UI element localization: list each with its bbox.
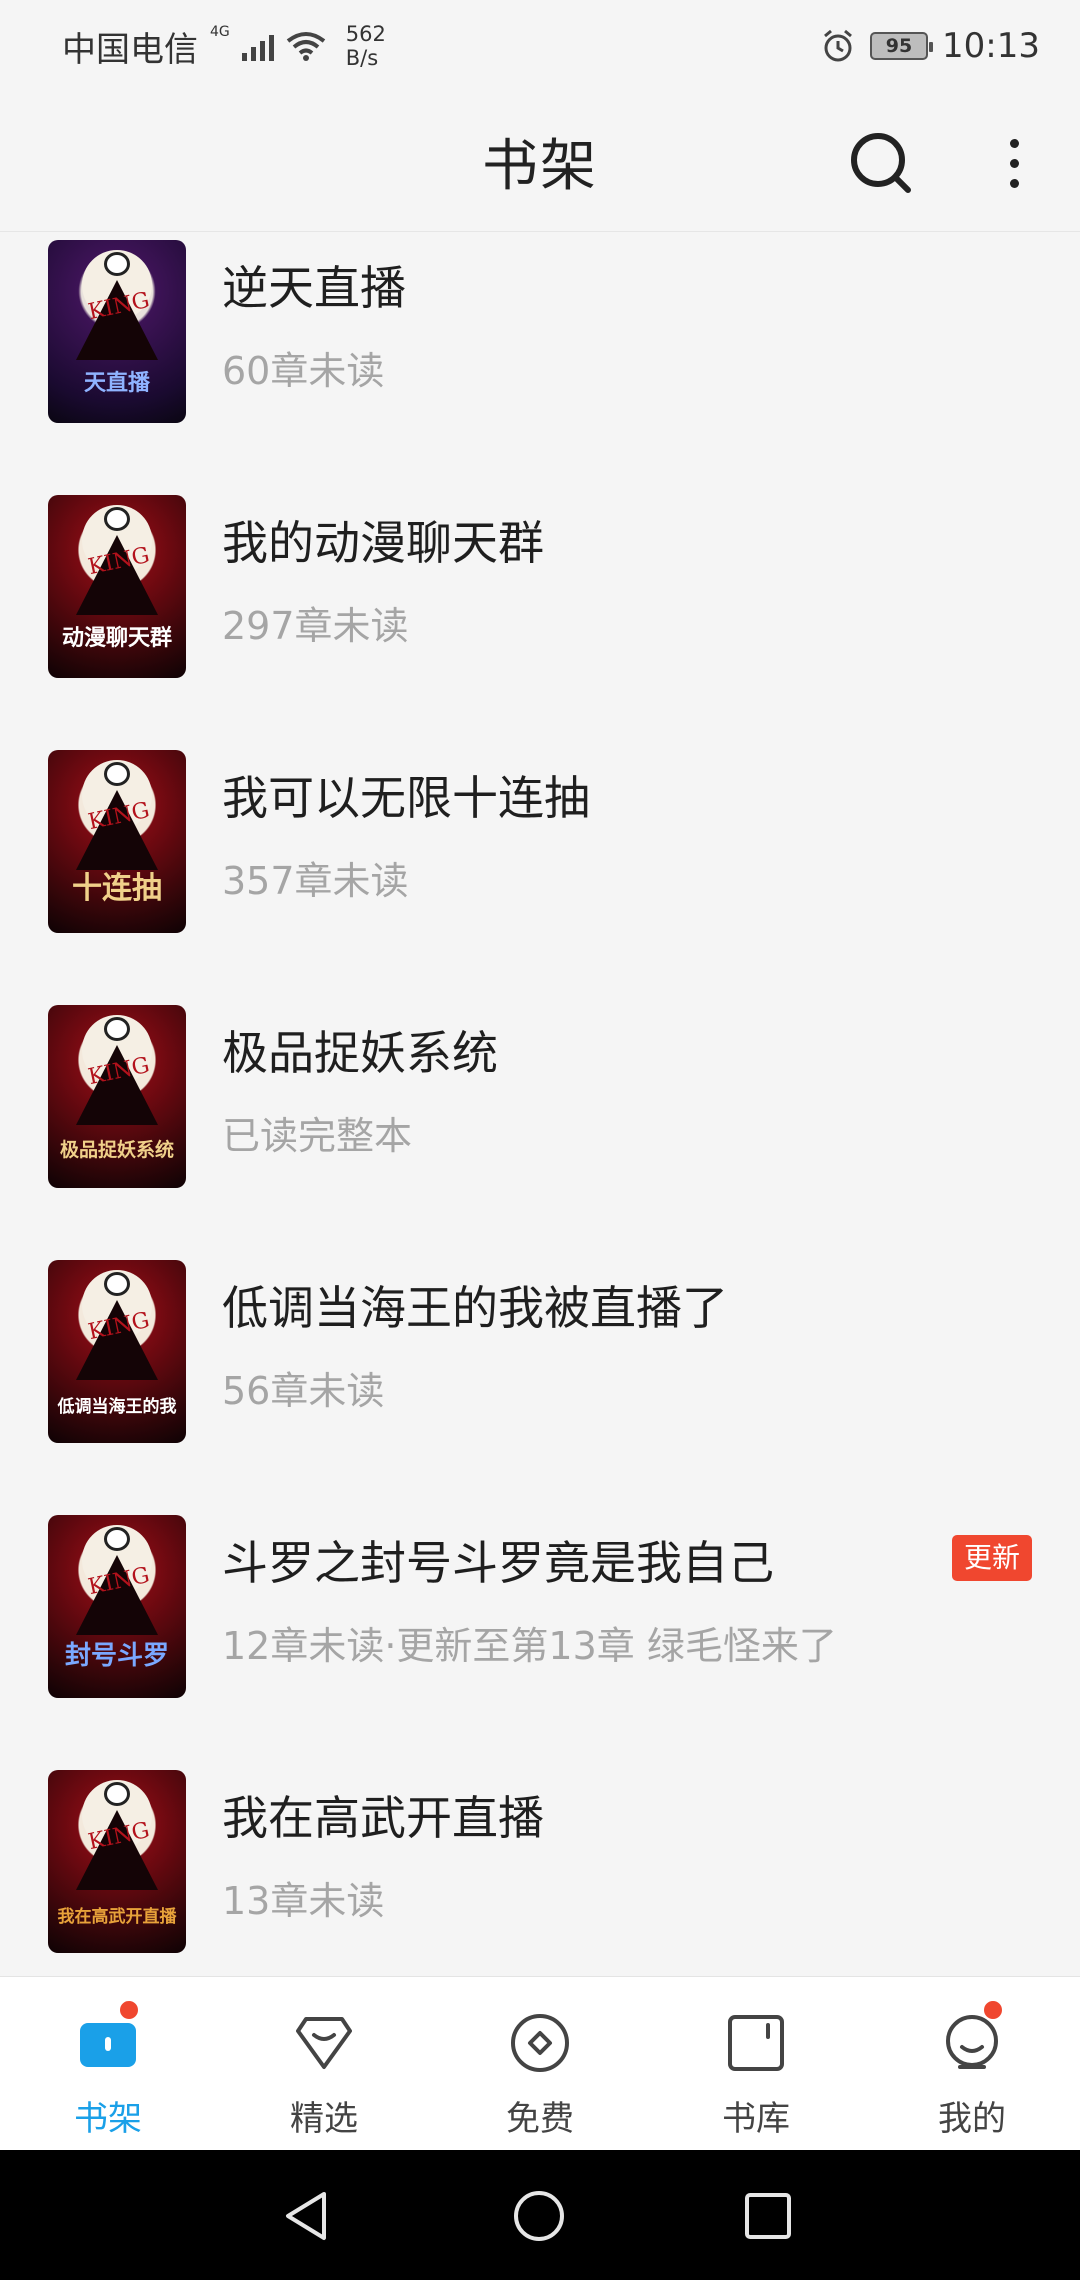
cover-title: 封号斗罗 [64,1641,169,1671]
book-status: 13章未读 [222,1879,385,1923]
book-status: 60章未读 [222,349,385,393]
book-cover: KING 极品捉妖系统 [48,1005,186,1188]
notification-dot [118,1999,140,2021]
status-left: 中国电信 4G 562 B/s [62,22,386,71]
book-status: 56章未读 [222,1369,385,1413]
book-cover: KING 十连抽 [48,750,186,933]
battery-icon: 95 [870,32,934,60]
speed-unit: B/s [345,46,379,70]
book-item[interactable]: KING 低调当海王的我 低调当海王的我被直播了 56章未读 [0,1252,1080,1507]
free-icon [511,2014,569,2072]
book-title: 极品捉妖系统 [222,1026,498,1080]
nav-free[interactable]: 免费 [432,1977,648,2150]
book-title: 斗罗之封号斗罗竟是我自己 [222,1536,774,1590]
home-icon[interactable] [511,2188,567,2244]
nav-bookshelf[interactable]: 书架 [0,1977,216,2150]
clock: 10:13 [942,26,1040,66]
update-badge: 更新 [951,1535,1032,1581]
nav-featured[interactable]: 精选 [216,1977,432,2150]
page-title: 书架 [482,134,598,199]
library-icon [728,2015,784,2071]
book-cover: KING 封号斗罗 [48,1515,186,1698]
nav-label: 书库 [722,2099,790,2139]
book-item[interactable]: KING 封号斗罗 斗罗之封号斗罗竟是我自己 12章未读·更新至第13章 绿毛怪… [0,1507,1080,1762]
network-type: 4G [210,24,230,40]
book-item[interactable]: KING 我在高武开直播 我在高武开直播 13章未读 [0,1762,1080,1976]
book-item[interactable]: KING 十连抽 我可以无限十连抽 357章未读 [0,742,1080,997]
cover-title: 极品捉妖系统 [59,1139,174,1161]
app-screen: 中国电信 4G 562 B/s 95 10:13 书架 KING 天直播 逆天直… [0,0,1080,2280]
network-speed: 562 B/s [346,22,386,70]
search-icon[interactable] [846,128,916,198]
status-bar: 中国电信 4G 562 B/s 95 10:13 [0,0,1080,92]
book-cover: KING 动漫聊天群 [48,495,186,678]
nav-label: 我的 [938,2099,1006,2139]
cover-title: 动漫聊天群 [61,626,172,651]
system-nav-bar [0,2150,1080,2280]
carrier-label: 中国电信 [62,29,198,70]
speed-value: 562 [345,22,386,46]
book-item[interactable]: KING 极品捉妖系统 极品捉妖系统 已读完整本 [0,997,1080,1252]
nav-profile[interactable]: 我的 [864,1977,1080,2150]
app-header: 书架 [0,92,1080,232]
battery-level: 95 [885,35,913,57]
book-status: 已读完整本 [222,1114,413,1158]
nav-library[interactable]: 书库 [648,1977,864,2150]
book-title: 我在高武开直播 [222,1791,544,1845]
book-item[interactable]: KING 天直播 逆天直播 60章未读 [0,232,1080,487]
book-cover: KING 天直播 [48,240,186,423]
signal-icon [241,31,274,61]
book-title: 逆天直播 [222,261,406,315]
more-vertical-icon[interactable] [994,128,1034,198]
book-cover: KING 低调当海王的我 [48,1260,186,1443]
featured-icon [296,2017,352,2069]
back-icon[interactable] [278,2188,334,2244]
book-status: 297章未读 [222,604,409,648]
bookshelf-list: KING 天直播 逆天直播 60章未读 KING 动漫聊天群 我的动漫聊天群 2… [0,232,1080,1976]
nav-label: 书架 [74,2099,142,2139]
cover-title: 我在高武开直播 [57,1907,177,1927]
recents-icon[interactable] [742,2190,794,2242]
cover-title: 低调当海王的我 [57,1397,177,1417]
book-status: 357章未读 [222,859,409,903]
book-title: 我的动漫聊天群 [222,516,544,570]
book-title: 低调当海王的我被直播了 [222,1281,728,1335]
book-item[interactable]: KING 动漫聊天群 我的动漫聊天群 297章未读 [0,487,1080,742]
book-title: 我可以无限十连抽 [222,771,590,825]
bottom-nav: 书架 精选 免费 书库 我的 [0,1976,1080,2150]
notification-dot [982,1999,1004,2021]
status-right: 95 10:13 [820,26,1040,66]
wifi-icon [286,32,325,61]
cover-title: 天直播 [83,371,150,396]
nav-label: 精选 [290,2099,358,2139]
book-cover: KING 我在高武开直播 [48,1770,186,1953]
cover-title: 十连抽 [72,871,162,906]
nav-label: 免费 [506,2099,574,2139]
book-status: 12章未读·更新至第13章 绿毛怪来了 [222,1624,837,1668]
alarm-icon [824,29,852,62]
